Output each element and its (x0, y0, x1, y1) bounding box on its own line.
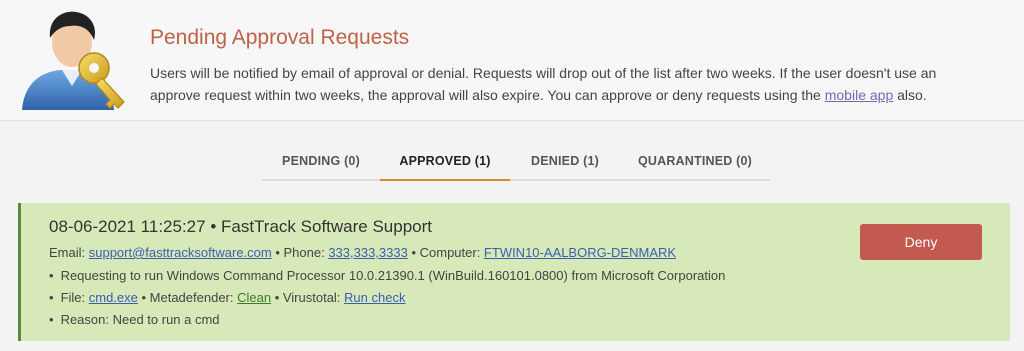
page-description: Users will be notified by email of appro… (150, 62, 990, 106)
request-title: 08-06-2021 11:25:27 • FastTrack Software… (49, 217, 432, 236)
request-details: Requesting to run Windows Command Proces… (49, 265, 726, 331)
email-link[interactable]: support@fasttracksoftware.com (89, 245, 272, 260)
request-contact-line: Email: support@fasttracksoftware.com • P… (49, 245, 676, 260)
virustotal-link[interactable]: Run check (344, 290, 405, 305)
description-text: Users will be notified by email of appro… (150, 65, 937, 103)
description-suffix: also. (893, 87, 927, 103)
status-tabs: PENDING (0) APPROVED (1) DENIED (1) QUAR… (262, 146, 770, 181)
metadefender-label: • Metadefender: (137, 290, 238, 305)
tab-approved[interactable]: APPROVED (1) (380, 146, 510, 181)
tab-pending[interactable]: PENDING (0) (262, 146, 380, 179)
tab-denied[interactable]: DENIED (1) (510, 146, 620, 179)
user-with-key-icon (22, 11, 125, 110)
metadefender-link[interactable]: Clean (237, 290, 271, 305)
computer-link[interactable]: FTWIN10-AALBORG-DENMARK (484, 245, 676, 260)
page-header: Pending Approval Requests Users will be … (0, 0, 1024, 121)
phone-link[interactable]: 333,333,3333 (328, 245, 408, 260)
file-link[interactable]: cmd.exe (89, 290, 138, 305)
requesting-item: Requesting to run Windows Command Proces… (49, 265, 726, 287)
tab-quarantined[interactable]: QUARANTINED (0) (620, 146, 770, 179)
email-label: Email: (49, 245, 89, 260)
deny-button[interactable]: Deny (860, 224, 982, 260)
computer-label: • Computer: (407, 245, 484, 260)
file-item: File: cmd.exe • Metadefender: Clean • Vi… (49, 287, 725, 309)
phone-label: • Phone: (271, 245, 329, 260)
reason-item: Reason: Need to run a cmd (49, 309, 725, 331)
request-card: 08-06-2021 11:25:27 • FastTrack Software… (18, 203, 1010, 341)
virustotal-label: • Virustotal: (271, 290, 345, 305)
page-title: Pending Approval Requests (150, 26, 410, 49)
mobile-app-link[interactable]: mobile app (825, 87, 894, 103)
file-label: File: (60, 290, 89, 305)
